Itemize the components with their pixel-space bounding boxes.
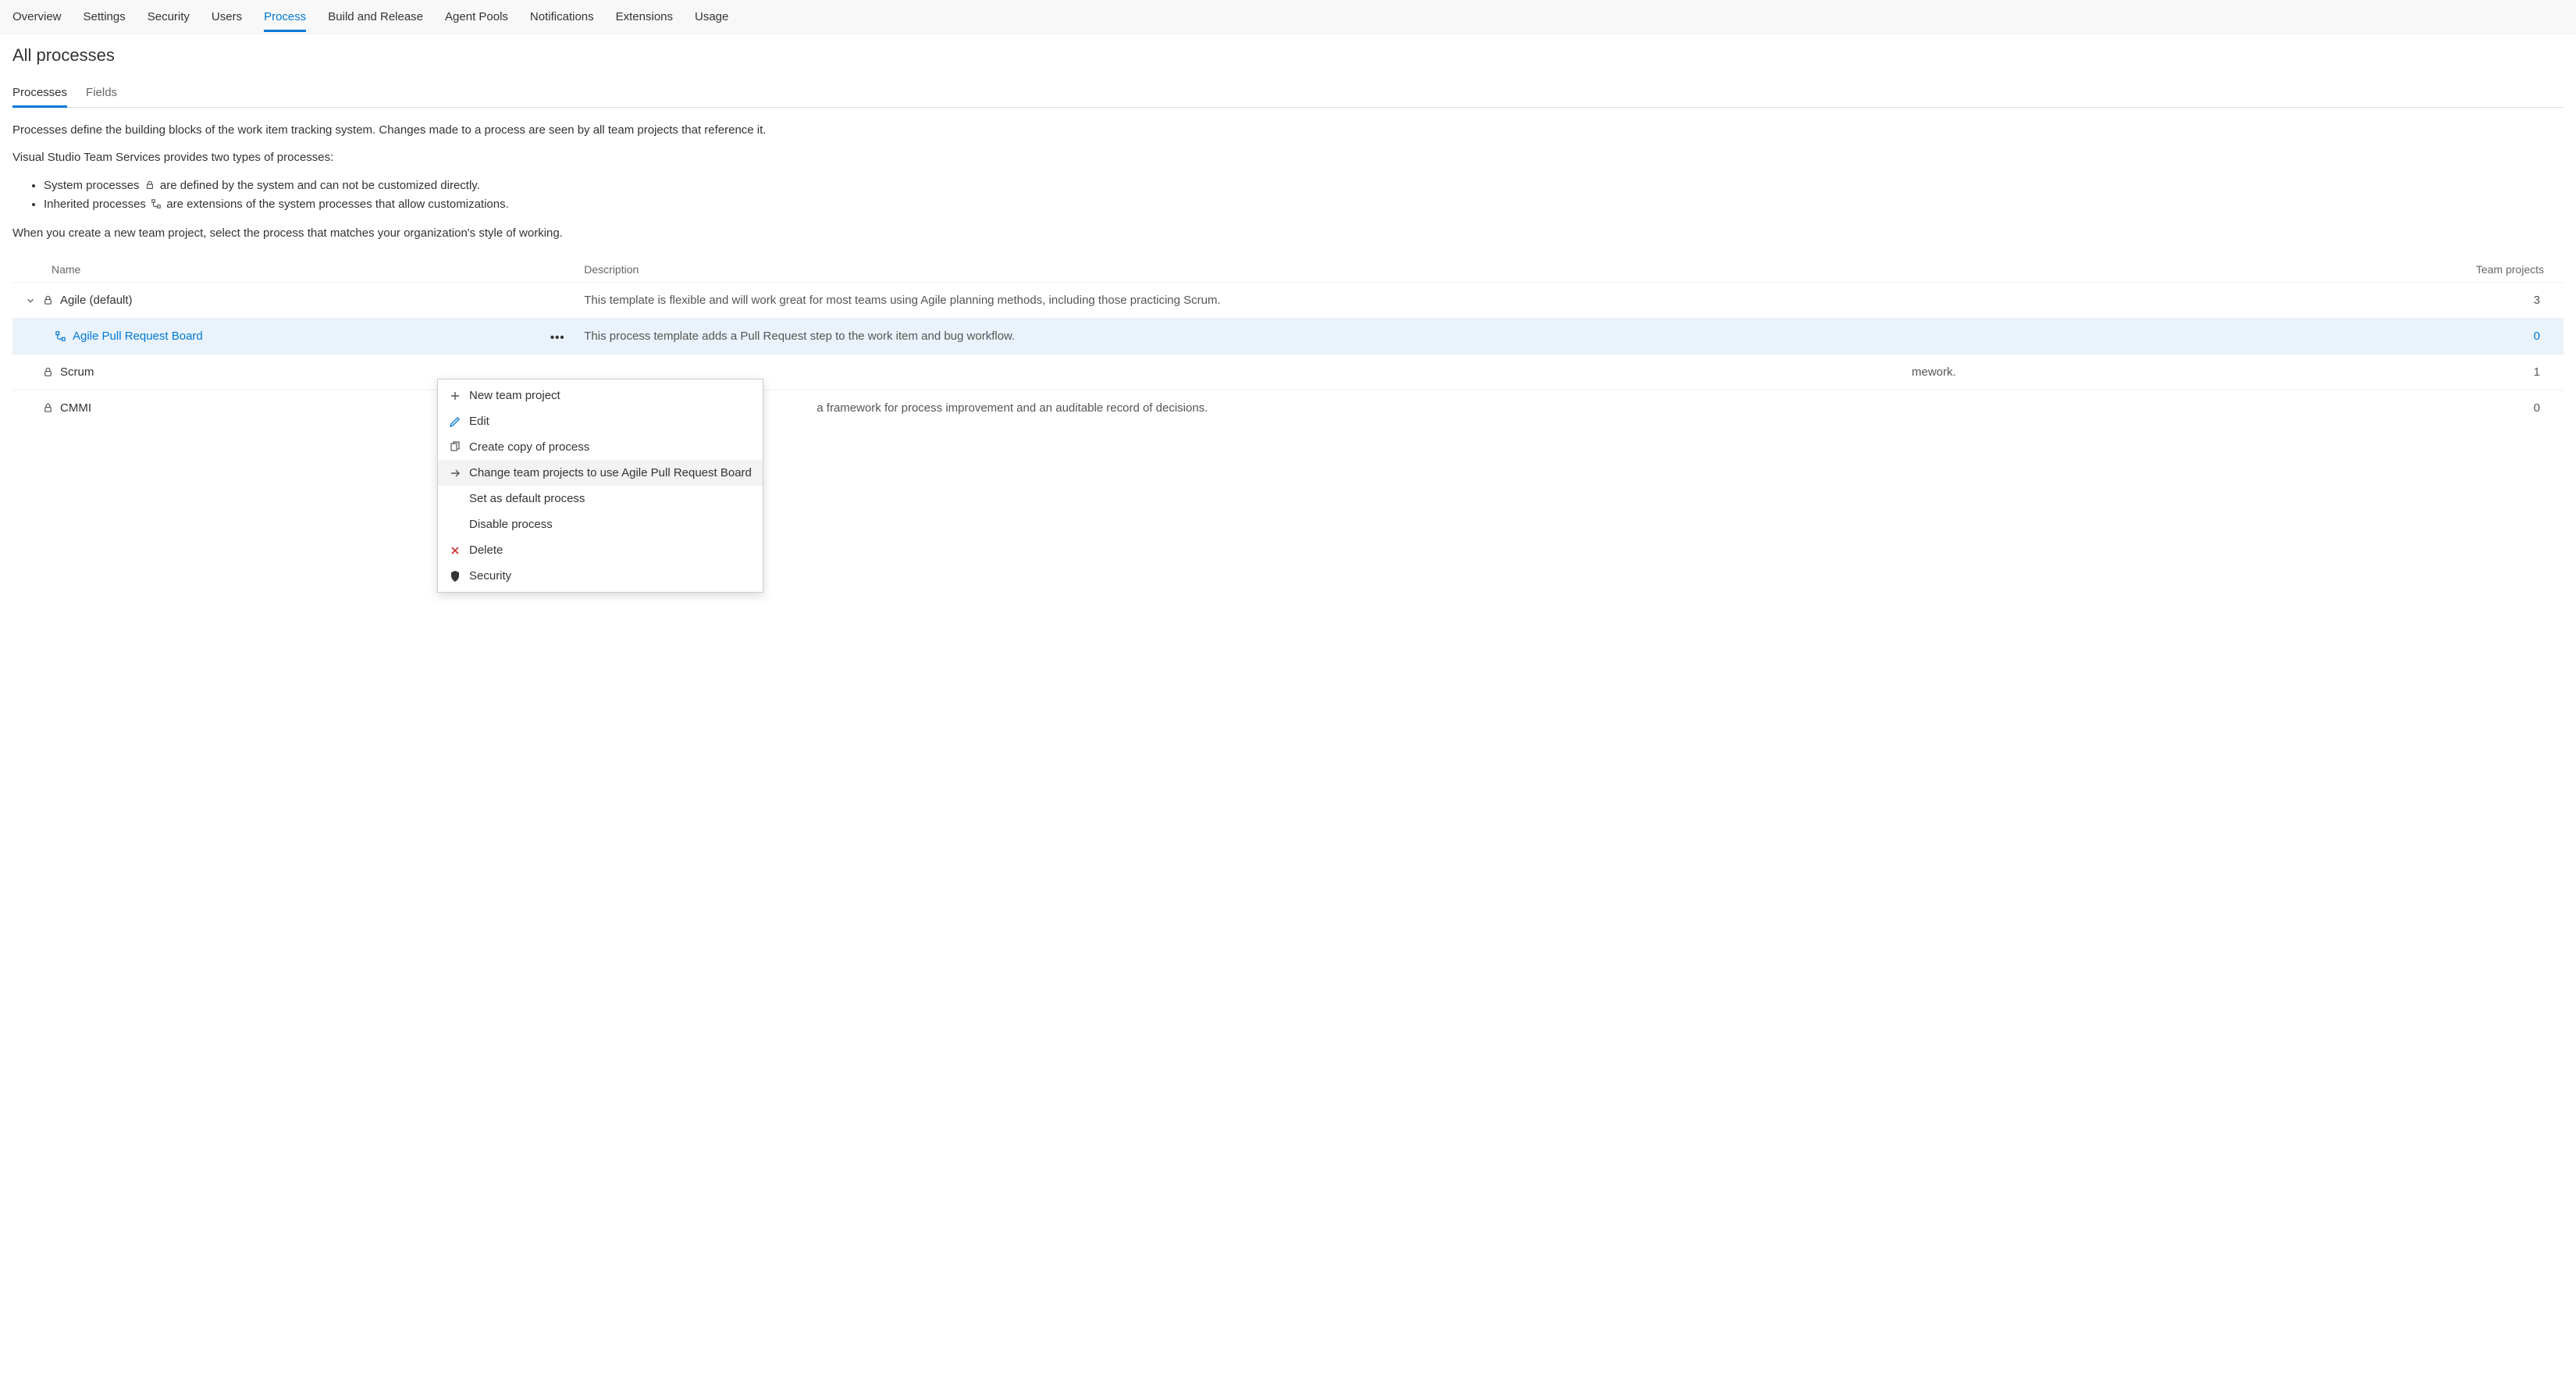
copy-icon <box>449 441 461 454</box>
shield-icon <box>449 570 461 583</box>
arrow-right-icon <box>449 467 461 479</box>
process-count: 1 <box>2307 355 2564 390</box>
nav-overview[interactable]: Overview <box>12 2 62 32</box>
process-description: a framework for process improvement and … <box>575 390 2307 426</box>
process-description: mework. <box>575 355 2307 390</box>
tab-processes[interactable]: Processes <box>12 80 67 108</box>
tab-fields[interactable]: Fields <box>86 80 117 107</box>
col-header-description[interactable]: Description <box>575 257 2307 283</box>
nav-process[interactable]: Process <box>264 2 306 32</box>
col-header-team-projects[interactable]: Team projects <box>2307 257 2564 283</box>
process-name: CMMI <box>60 401 91 415</box>
menu-change-team-projects[interactable]: Change team projects to use Agile Pull R… <box>438 460 763 486</box>
chevron-down-icon[interactable] <box>25 295 36 306</box>
process-name: Scrum <box>60 365 94 379</box>
process-description: This template is flexible and will work … <box>575 283 2307 319</box>
menu-new-team-project[interactable]: New team project <box>438 383 763 408</box>
page-title: All processes <box>12 45 2564 66</box>
description-block: Processes define the building blocks of … <box>12 122 2564 241</box>
nav-settings[interactable]: Settings <box>84 2 126 32</box>
lock-icon <box>42 294 54 306</box>
process-name: Agile (default) <box>60 294 133 307</box>
process-count: 0 <box>2307 319 2564 355</box>
delete-icon <box>449 544 461 557</box>
plus-icon <box>449 390 461 402</box>
nav-build-release[interactable]: Build and Release <box>328 2 423 32</box>
col-header-name[interactable]: Name <box>12 257 540 283</box>
intro-paragraph-3: When you create a new team project, sele… <box>12 225 2564 241</box>
bullet2-pre: Inherited processes <box>44 198 149 211</box>
menu-edit[interactable]: Edit <box>438 408 763 434</box>
process-description: This process template adds a Pull Reques… <box>575 319 2307 355</box>
process-count: 3 <box>2307 283 2564 319</box>
edit-icon <box>449 415 461 428</box>
empty-icon <box>449 519 461 531</box>
menu-label: Create copy of process <box>469 440 589 454</box>
process-count: 0 <box>2307 390 2564 426</box>
menu-label: New team project <box>469 389 560 402</box>
inherit-icon <box>151 197 162 208</box>
process-row-agile[interactable]: Agile (default) This template is flexibl… <box>12 283 2564 319</box>
processes-table: Name Description Team projects <box>12 257 2564 426</box>
menu-label: Set as default process <box>469 492 585 505</box>
menu-label: Disable process <box>469 518 553 531</box>
top-navigation: Overview Settings Security Users Process… <box>0 0 2576 34</box>
bullet1-pre: System processes <box>44 179 143 192</box>
context-menu: New team project Edit Create copy of pro… <box>437 379 763 593</box>
sub-tabs: Processes Fields <box>12 80 2564 108</box>
nav-extensions[interactable]: Extensions <box>616 2 673 32</box>
bullet1-post: are defined by the system and can not be… <box>160 179 480 192</box>
nav-security[interactable]: Security <box>148 2 190 32</box>
nav-notifications[interactable]: Notifications <box>530 2 594 32</box>
menu-label: Delete <box>469 543 503 557</box>
bullet2-post: are extensions of the system processes t… <box>166 198 509 211</box>
lock-icon <box>144 178 155 189</box>
menu-label: Edit <box>469 415 489 428</box>
inherit-icon <box>55 330 66 342</box>
lock-icon <box>42 366 54 378</box>
menu-label: Change team projects to use Agile Pull R… <box>469 466 752 479</box>
process-row-agile-pull-request[interactable]: Agile Pull Request Board ••• This proces… <box>12 319 2564 355</box>
more-actions-icon[interactable]: ••• <box>550 331 565 342</box>
menu-security[interactable]: Security <box>438 563 763 589</box>
menu-create-copy[interactable]: Create copy of process <box>438 434 763 460</box>
nav-users[interactable]: Users <box>212 2 242 32</box>
empty-icon <box>449 493 461 505</box>
intro-bullet-system: System processes are defined by the syst… <box>44 176 2564 195</box>
menu-delete[interactable]: Delete <box>438 537 763 563</box>
nav-agent-pools[interactable]: Agent Pools <box>445 2 508 32</box>
menu-set-default[interactable]: Set as default process <box>438 486 763 511</box>
menu-disable-process[interactable]: Disable process <box>438 511 763 537</box>
process-row-scrum[interactable]: Scrum mework. 1 <box>12 355 2564 390</box>
process-row-cmmi[interactable]: CMMI a framework for process improvement… <box>12 390 2564 426</box>
intro-paragraph-2: Visual Studio Team Services provides two… <box>12 149 2564 166</box>
lock-icon <box>42 402 54 414</box>
intro-bullet-inherited: Inherited processes are extensions of th… <box>44 195 2564 214</box>
process-name-link[interactable]: Agile Pull Request Board <box>73 330 203 343</box>
intro-paragraph-1: Processes define the building blocks of … <box>12 122 2564 138</box>
menu-label: Security <box>469 569 511 583</box>
nav-usage[interactable]: Usage <box>695 2 728 32</box>
